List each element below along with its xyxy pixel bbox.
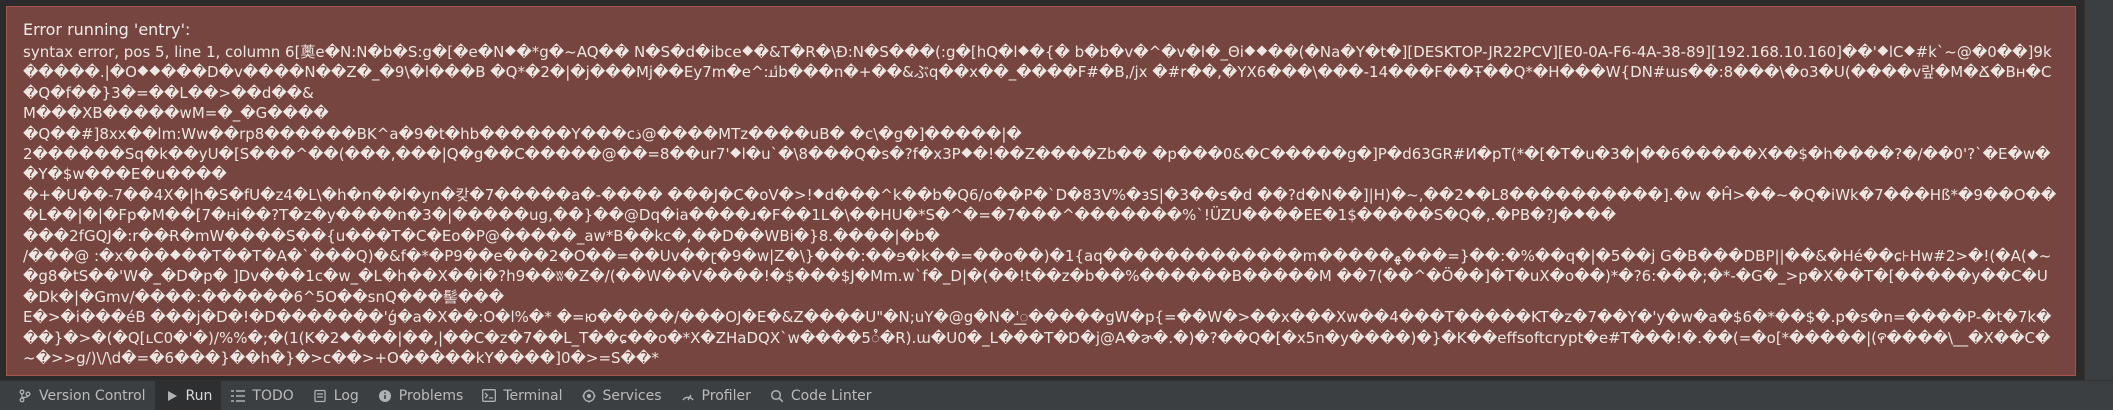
tab-code-linter[interactable]: Code Linter (760, 381, 881, 410)
tab-label: Problems (398, 387, 464, 404)
search-icon (769, 388, 785, 404)
tab-log[interactable]: Log (303, 381, 368, 410)
tab-label: Code Linter (790, 387, 872, 404)
tab-label: Terminal (503, 387, 563, 404)
tab-label: Version Control (39, 387, 146, 404)
tab-label: Profiler (701, 387, 751, 404)
terminal-icon (481, 388, 497, 404)
services-icon (581, 388, 597, 404)
branch-icon (17, 388, 33, 404)
info-icon (377, 388, 393, 404)
tab-profiler[interactable]: Profiler (671, 381, 760, 410)
play-icon (164, 388, 180, 404)
right-tool-gutter (2084, 0, 2113, 380)
tab-label: Run (185, 387, 213, 404)
ide-window: Error running 'entry': syntax error, pos… (0, 0, 2113, 410)
error-popup: Error running 'entry': syntax error, pos… (6, 6, 2076, 376)
tab-todo[interactable]: TODO (221, 381, 302, 410)
bottom-tool-window-bar: Version Control Run TODO Log Problems Te… (0, 380, 2113, 410)
tab-label: Log (333, 387, 359, 404)
list-icon (230, 388, 246, 404)
error-message: syntax error, pos 5, line 1, column 6[薁e… (23, 43, 2057, 368)
tab-label: Services (602, 387, 662, 404)
tab-problems[interactable]: Problems (368, 381, 473, 410)
tab-label: TODO (252, 387, 294, 404)
profiler-icon (680, 388, 696, 404)
tab-version-control[interactable]: Version Control (8, 381, 155, 410)
tab-run[interactable]: Run (154, 381, 222, 410)
tab-services[interactable]: Services (572, 381, 671, 410)
tab-terminal[interactable]: Terminal (472, 381, 571, 410)
document-icon (312, 388, 328, 404)
error-title: Error running 'entry': (23, 20, 191, 39)
